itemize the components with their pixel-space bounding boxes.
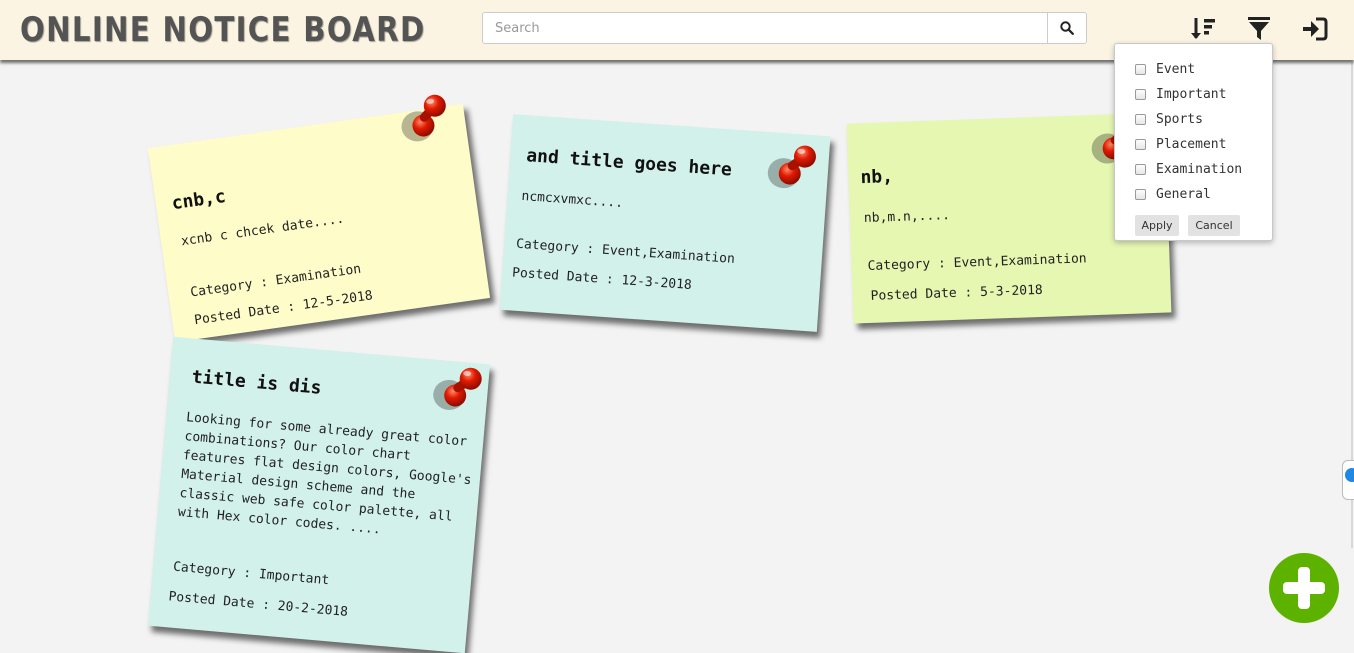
- arrow-icon: [1345, 468, 1354, 482]
- notice-date: Posted Date : 20-2-2018: [167, 589, 349, 620]
- filter-checkbox[interactable]: [1135, 63, 1146, 75]
- sort-icon[interactable]: [1190, 16, 1216, 42]
- filter-option-event[interactable]: Event: [1135, 61, 1195, 77]
- filter-option-placement[interactable]: Placement: [1135, 136, 1226, 152]
- filter-checkbox[interactable]: [1135, 113, 1146, 125]
- filter-icon[interactable]: [1246, 16, 1272, 42]
- filter-option-sports[interactable]: Sports: [1135, 111, 1203, 127]
- filter-option-general[interactable]: General: [1135, 186, 1211, 202]
- filter-option-label: General: [1156, 186, 1211, 202]
- notice-date: Posted Date : 5-3-2018: [870, 282, 1043, 304]
- apply-button[interactable]: Apply: [1135, 215, 1179, 236]
- logout-icon[interactable]: [1302, 16, 1328, 42]
- filter-option-label: Sports: [1156, 111, 1203, 127]
- notice-category: Category : Event,Examination: [867, 251, 1087, 274]
- notice-card[interactable]: title is dis Looking for some already gr…: [147, 336, 492, 653]
- filter-checkbox[interactable]: [1135, 188, 1146, 200]
- cancel-button[interactable]: Cancel: [1188, 215, 1240, 236]
- filter-option-label: Event: [1156, 61, 1196, 77]
- add-notice-button[interactable]: [1269, 553, 1339, 623]
- notice-category: Category : Event,Examination: [515, 236, 736, 267]
- pushpin-icon: [764, 140, 826, 202]
- filter-option-label: Examination: [1156, 161, 1243, 177]
- pushpin-icon: [429, 362, 492, 425]
- category-filter-menu: Event Important Sports Placement Examina…: [1114, 43, 1273, 241]
- notice-card[interactable]: cnb,c xcnb c chcek date.... Category : E…: [147, 104, 491, 343]
- filter-option-label: Placement: [1156, 136, 1227, 152]
- filter-option-examination[interactable]: Examination: [1135, 161, 1242, 177]
- notice-category: Category : Important: [172, 559, 330, 589]
- app-title: ONLINE NOTICE BOARD: [20, 10, 426, 50]
- plus-icon: [1283, 567, 1325, 609]
- filter-checkbox[interactable]: [1135, 163, 1146, 175]
- filter-option-important[interactable]: Important: [1135, 86, 1226, 102]
- notice-body: nb,m.n,....: [863, 208, 951, 227]
- side-tab[interactable]: [1342, 460, 1354, 500]
- notice-title: and title goes here: [525, 145, 733, 181]
- filter-checkbox[interactable]: [1135, 138, 1146, 150]
- search-button[interactable]: [1047, 13, 1086, 43]
- filter-checkbox[interactable]: [1135, 88, 1146, 100]
- notice-title: nb,: [860, 166, 894, 189]
- search-input[interactable]: [483, 13, 1049, 43]
- notice-date: Posted Date : 12-3-2018: [511, 265, 693, 293]
- notice-title: title is dis: [190, 366, 323, 399]
- notice-title: cnb,c: [170, 185, 228, 215]
- filter-option-label: Important: [1156, 86, 1227, 102]
- search-icon: [1060, 21, 1074, 35]
- search-box: [482, 12, 1087, 44]
- pushpin-icon: [395, 89, 461, 155]
- notice-card[interactable]: and title goes here ncmcxvmxc.... Catego…: [499, 114, 831, 332]
- notice-body: ncmcxvmxc....: [520, 188, 624, 212]
- notice-body: xcnb c chcek date....: [180, 211, 346, 250]
- notice-body: Looking for some already great color com…: [177, 408, 482, 547]
